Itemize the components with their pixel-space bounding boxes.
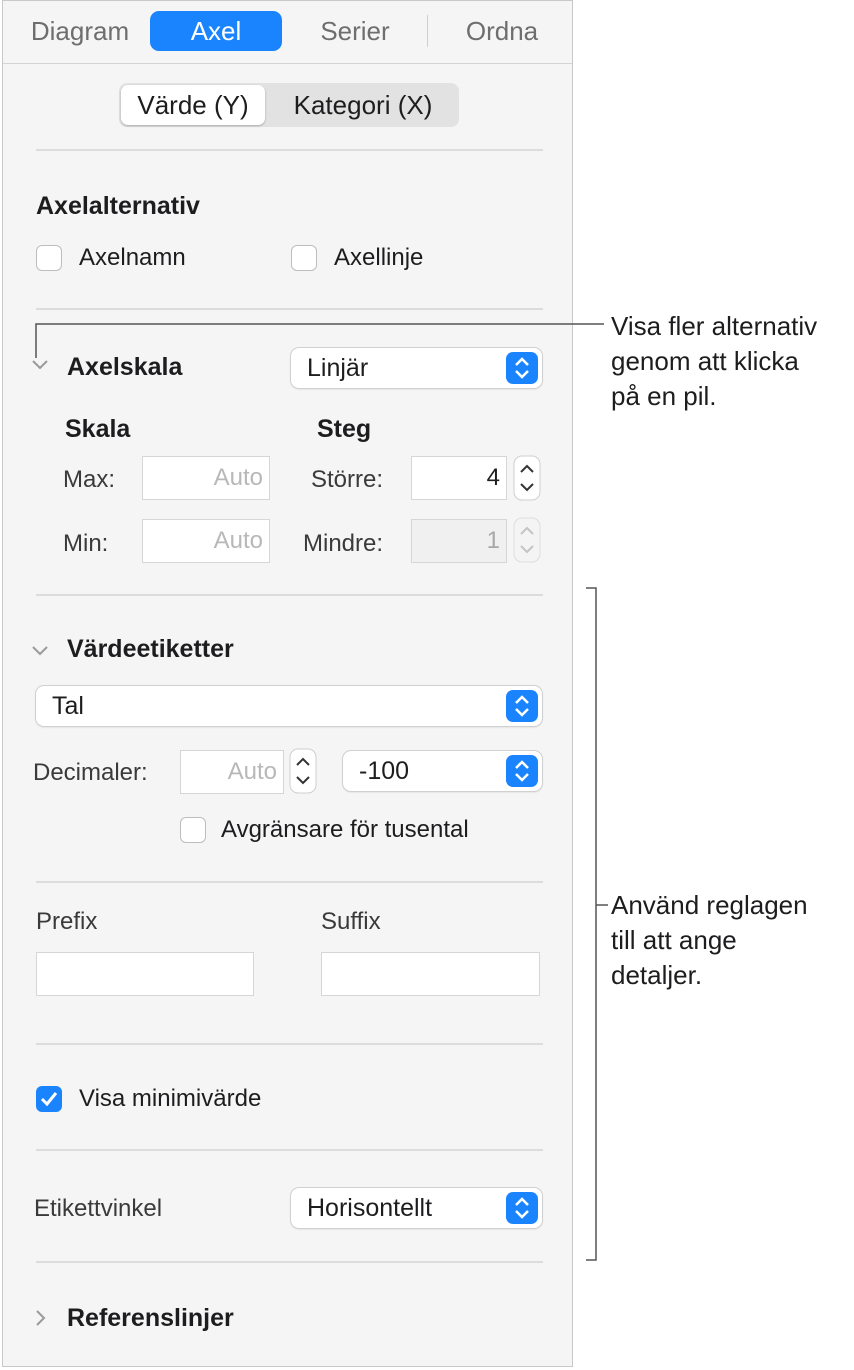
callout-line: Använd reglagen xyxy=(611,890,808,920)
callout-controls: Använd reglagen till att ange detaljer. xyxy=(611,888,808,993)
callout-line: genom att klicka xyxy=(611,346,799,376)
callout-expand-arrow: Visa fler alternativ genom att klicka på… xyxy=(611,309,817,414)
callout-line: till att ange xyxy=(611,925,737,955)
callout-lines xyxy=(35,323,608,1261)
callout-line: på en pil. xyxy=(611,381,717,411)
callout-line: Visa fler alternativ xyxy=(611,311,818,341)
callout-line: detaljer. xyxy=(611,960,703,990)
